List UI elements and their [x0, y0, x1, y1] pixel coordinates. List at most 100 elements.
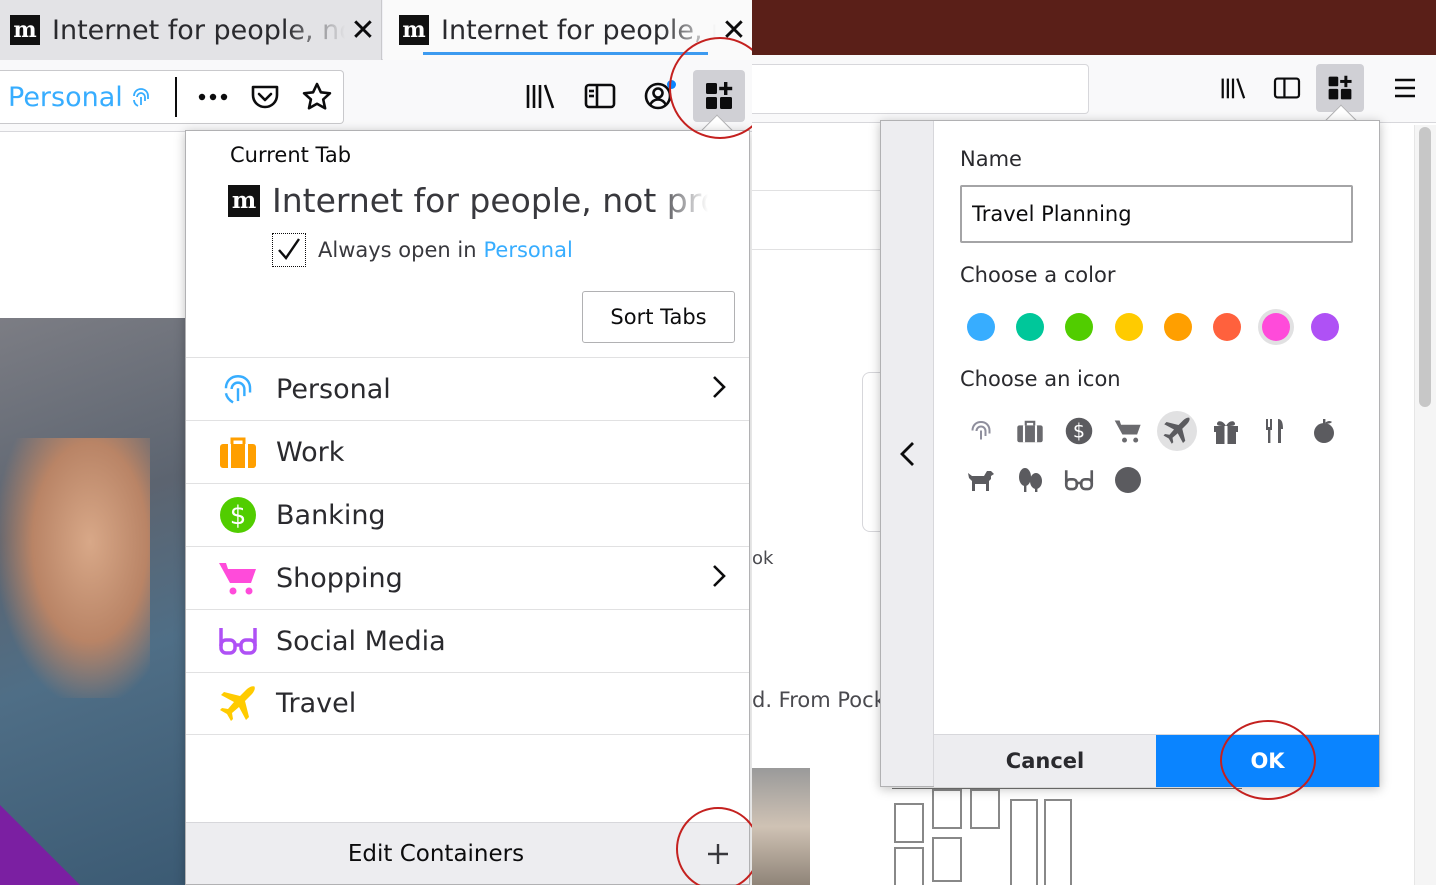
library-icon[interactable] [514, 70, 566, 122]
dollar-icon[interactable]: $ [1059, 411, 1099, 451]
always-open-text: Always open in [318, 238, 477, 262]
gift-icon[interactable] [1206, 411, 1246, 451]
briefcase-icon [218, 432, 258, 472]
always-open-checkbox[interactable] [272, 233, 306, 267]
mozilla-favicon: m [399, 15, 429, 45]
container-name: Work [276, 436, 345, 468]
edit-containers-button[interactable]: Edit Containers [186, 823, 686, 885]
tab-1[interactable]: m Internet for people, not profit ✕ [0, 0, 382, 60]
chevron-right-icon [711, 563, 727, 596]
photo-corner-accent [0, 805, 80, 885]
back-button[interactable] [881, 121, 934, 786]
container-name: Travel [276, 688, 357, 719]
story-thumbnail-sketch[interactable] [892, 788, 1242, 885]
container-color-line [423, 52, 708, 55]
container-indicator[interactable]: Personal [0, 82, 153, 113]
sidebar-icon[interactable] [1263, 64, 1311, 112]
container-row-work[interactable]: Work [186, 420, 749, 483]
icon-picker: $ [961, 411, 1353, 509]
pocket-caption: d. From Pock [752, 688, 886, 712]
fingerprint-icon[interactable] [961, 411, 1001, 451]
cart-icon[interactable] [1108, 411, 1148, 451]
cart-icon [218, 558, 258, 598]
color-swatch-blue[interactable] [963, 309, 999, 345]
color-label: Choose a color [960, 263, 1116, 287]
close-tab-icon[interactable]: ✕ [345, 13, 381, 48]
container-row-banking[interactable]: $ Banking [186, 483, 749, 546]
tab-title: Internet for people, not profit [441, 14, 716, 46]
annotation-circle [1220, 720, 1316, 800]
fingerprint-icon [218, 369, 258, 409]
color-swatch-pink[interactable] [1258, 309, 1295, 345]
glasses-icon[interactable] [1059, 460, 1099, 500]
svg-text:$: $ [230, 501, 247, 531]
color-dot [1016, 313, 1045, 341]
container-row-shopping[interactable]: Shopping [186, 546, 749, 609]
tile-edge [862, 372, 880, 532]
color-swatch-yellow[interactable] [1111, 309, 1147, 345]
right-browser-window: ok d. From Pock Name Choose a color Choo… [752, 0, 1436, 885]
color-dot [1163, 313, 1192, 341]
tab-strip: m Internet for people, not profit ✕ m In… [0, 0, 752, 60]
glasses-icon [218, 621, 258, 661]
container-indicator-label: Personal [8, 81, 123, 113]
color-picker [963, 309, 1357, 345]
tree-icon[interactable] [1010, 460, 1050, 500]
current-tab-title: m Internet for people, not profit [228, 181, 708, 220]
scrollbar[interactable] [1414, 125, 1436, 885]
containers-popup: Current Tab m Internet for people, not p… [185, 130, 750, 885]
briefcase-icon[interactable] [1010, 411, 1050, 451]
library-icon[interactable] [1209, 64, 1257, 112]
circle-icon[interactable] [1108, 460, 1148, 500]
nav-toolbar: Personal [0, 60, 752, 132]
background-photo [0, 318, 190, 885]
tab-strip [752, 0, 1436, 55]
color-swatch-turquoise[interactable] [1012, 309, 1048, 345]
chevron-right-icon [711, 374, 727, 407]
mozilla-favicon: m [228, 184, 260, 217]
facebook-caption: ok [752, 548, 774, 569]
popup-footer: Edit Containers [186, 822, 749, 884]
container-row-social-media[interactable]: Social Media [186, 609, 749, 672]
container-name: Banking [276, 499, 386, 531]
pet-icon[interactable] [961, 460, 1001, 500]
name-label: Name [960, 147, 1022, 171]
dollar-icon: $ [218, 495, 258, 535]
cancel-button[interactable]: Cancel [934, 735, 1156, 787]
container-name-input[interactable] [960, 185, 1353, 243]
sort-tabs-button[interactable]: Sort Tabs [582, 291, 735, 343]
svg-text:$: $ [1073, 420, 1085, 443]
url-bar[interactable] [752, 64, 1089, 114]
current-tab-title-text: Internet for people, not profit [272, 181, 708, 220]
color-swatch-purple[interactable] [1307, 309, 1343, 345]
always-open-row[interactable]: Always open in Personal [272, 233, 573, 267]
color-swatch-green[interactable] [1061, 309, 1097, 345]
color-dot [967, 313, 995, 341]
container-row-travel[interactable]: Travel [186, 672, 749, 735]
fruit-icon[interactable] [1304, 411, 1344, 451]
plane-icon [218, 684, 258, 724]
color-swatch-red[interactable] [1209, 309, 1245, 345]
container-name: Social Media [276, 625, 446, 657]
star-icon[interactable] [291, 70, 343, 124]
story-thumbnail[interactable] [752, 768, 810, 885]
color-dot [1212, 313, 1241, 341]
url-bar[interactable]: Personal [0, 70, 344, 124]
food-icon[interactable] [1255, 411, 1295, 451]
annotation-circle [676, 807, 752, 885]
container-list: Personal Work $ Banking Shopping Social … [186, 357, 749, 735]
color-dot [1262, 313, 1291, 341]
search-box-edge[interactable] [752, 190, 882, 250]
container-name: Personal [276, 373, 391, 405]
color-swatch-orange[interactable] [1160, 309, 1196, 345]
color-dot [1311, 313, 1340, 341]
plane-icon[interactable] [1157, 411, 1197, 451]
container-row-personal[interactable]: Personal [186, 357, 749, 420]
sidebar-icon[interactable] [574, 70, 626, 122]
container-name: Shopping [276, 562, 403, 594]
menu-icon[interactable] [1381, 64, 1429, 112]
more-icon[interactable] [187, 70, 239, 124]
pocket-icon[interactable] [239, 70, 291, 124]
url-separator [174, 77, 177, 117]
scrollbar-thumb[interactable] [1419, 127, 1431, 407]
